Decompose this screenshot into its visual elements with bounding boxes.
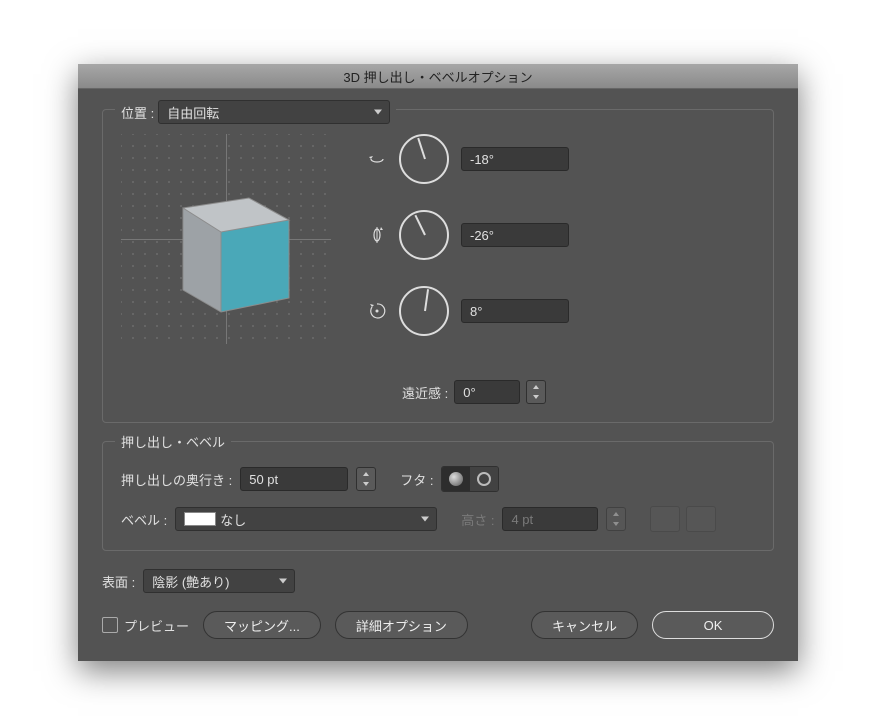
dialog-3d-extrude-bevel: 3D 押し出し・ベベルオプション 位置 : 自由回転 [78, 64, 798, 661]
height-stepper [606, 507, 626, 531]
perspective-row: 遠近感 : 0° [402, 380, 569, 404]
cap-off-button[interactable] [470, 467, 498, 491]
rotate-x-icon [367, 149, 387, 169]
cube-icon [151, 164, 311, 324]
cancel-button[interactable]: キャンセル [531, 611, 638, 639]
cap-solid-icon [449, 472, 463, 486]
rotation-x-input[interactable]: -18° [461, 147, 569, 171]
extrude-bevel-group: 押し出し・ベベル 押し出しの奥行き : 50 pt フタ : [102, 441, 774, 551]
rotation-x-row: -18° [367, 134, 569, 184]
depth-input[interactable]: 50 pt [240, 467, 348, 491]
cap-hollow-icon [477, 472, 491, 486]
mapping-button[interactable]: マッピング... [203, 611, 321, 639]
perspective-stepper[interactable] [526, 380, 546, 404]
bevel-swatch-icon [184, 512, 216, 526]
cap-on-button[interactable] [442, 467, 470, 491]
bevel-direction-buttons [650, 506, 716, 532]
more-options-button[interactable]: 詳細オプション [335, 611, 468, 639]
position-group: 位置 : 自由回転 [102, 109, 774, 423]
preview-label: プレビュー [124, 616, 189, 635]
button-bar: プレビュー マッピング... 詳細オプション キャンセル OK [102, 611, 774, 639]
rotation-y-dial[interactable] [399, 210, 449, 260]
rotation-y-row: -26° [367, 210, 569, 260]
perspective-label: 遠近感 : [402, 383, 448, 402]
preview-check-row[interactable]: プレビュー [102, 616, 189, 635]
cap-toggle [441, 466, 499, 492]
rotate-y-icon [367, 225, 387, 245]
rotation-y-input[interactable]: -26° [461, 223, 569, 247]
bevel-in-button [650, 506, 680, 532]
rotation-preview[interactable] [121, 134, 331, 344]
depth-label: 押し出しの奥行き : [121, 470, 232, 489]
titlebar: 3D 押し出し・ベベルオプション [78, 64, 798, 89]
bevel-label: ベベル : [121, 510, 167, 529]
position-label: 位置 : [121, 103, 154, 122]
ok-button[interactable]: OK [652, 611, 774, 639]
perspective-input[interactable]: 0° [454, 380, 520, 404]
extrude-group-label: 押し出し・ベベル [115, 432, 231, 451]
depth-stepper[interactable] [356, 467, 376, 491]
rotation-z-input[interactable]: 8° [461, 299, 569, 323]
rotate-z-icon [367, 301, 387, 321]
surface-dropdown[interactable]: 陰影 (艶あり) [143, 569, 295, 593]
preview-checkbox[interactable] [102, 617, 118, 633]
dialog-title: 3D 押し出し・ベベルオプション [343, 67, 532, 86]
position-dropdown[interactable]: 自由回転 [158, 100, 390, 124]
bevel-row: ベベル : なし 高さ : 4 pt [121, 506, 755, 532]
bevel-out-button [686, 506, 716, 532]
rotation-z-row: 8° [367, 286, 569, 336]
surface-row: 表面 : 陰影 (艶あり) [102, 569, 774, 593]
position-group-label: 位置 : 自由回転 [115, 100, 396, 124]
dialog-content: 位置 : 自由回転 [78, 89, 798, 661]
height-input: 4 pt [502, 507, 598, 531]
rotation-x-dial[interactable] [399, 134, 449, 184]
height-label: 高さ : [461, 510, 494, 529]
surface-label: 表面 : [102, 572, 135, 591]
bevel-dropdown[interactable]: なし [175, 507, 437, 531]
depth-row: 押し出しの奥行き : 50 pt フタ : [121, 466, 755, 492]
rotation-z-dial[interactable] [399, 286, 449, 336]
cap-label: フタ : [400, 470, 433, 489]
rotation-controls: -18° -26° [367, 134, 569, 404]
